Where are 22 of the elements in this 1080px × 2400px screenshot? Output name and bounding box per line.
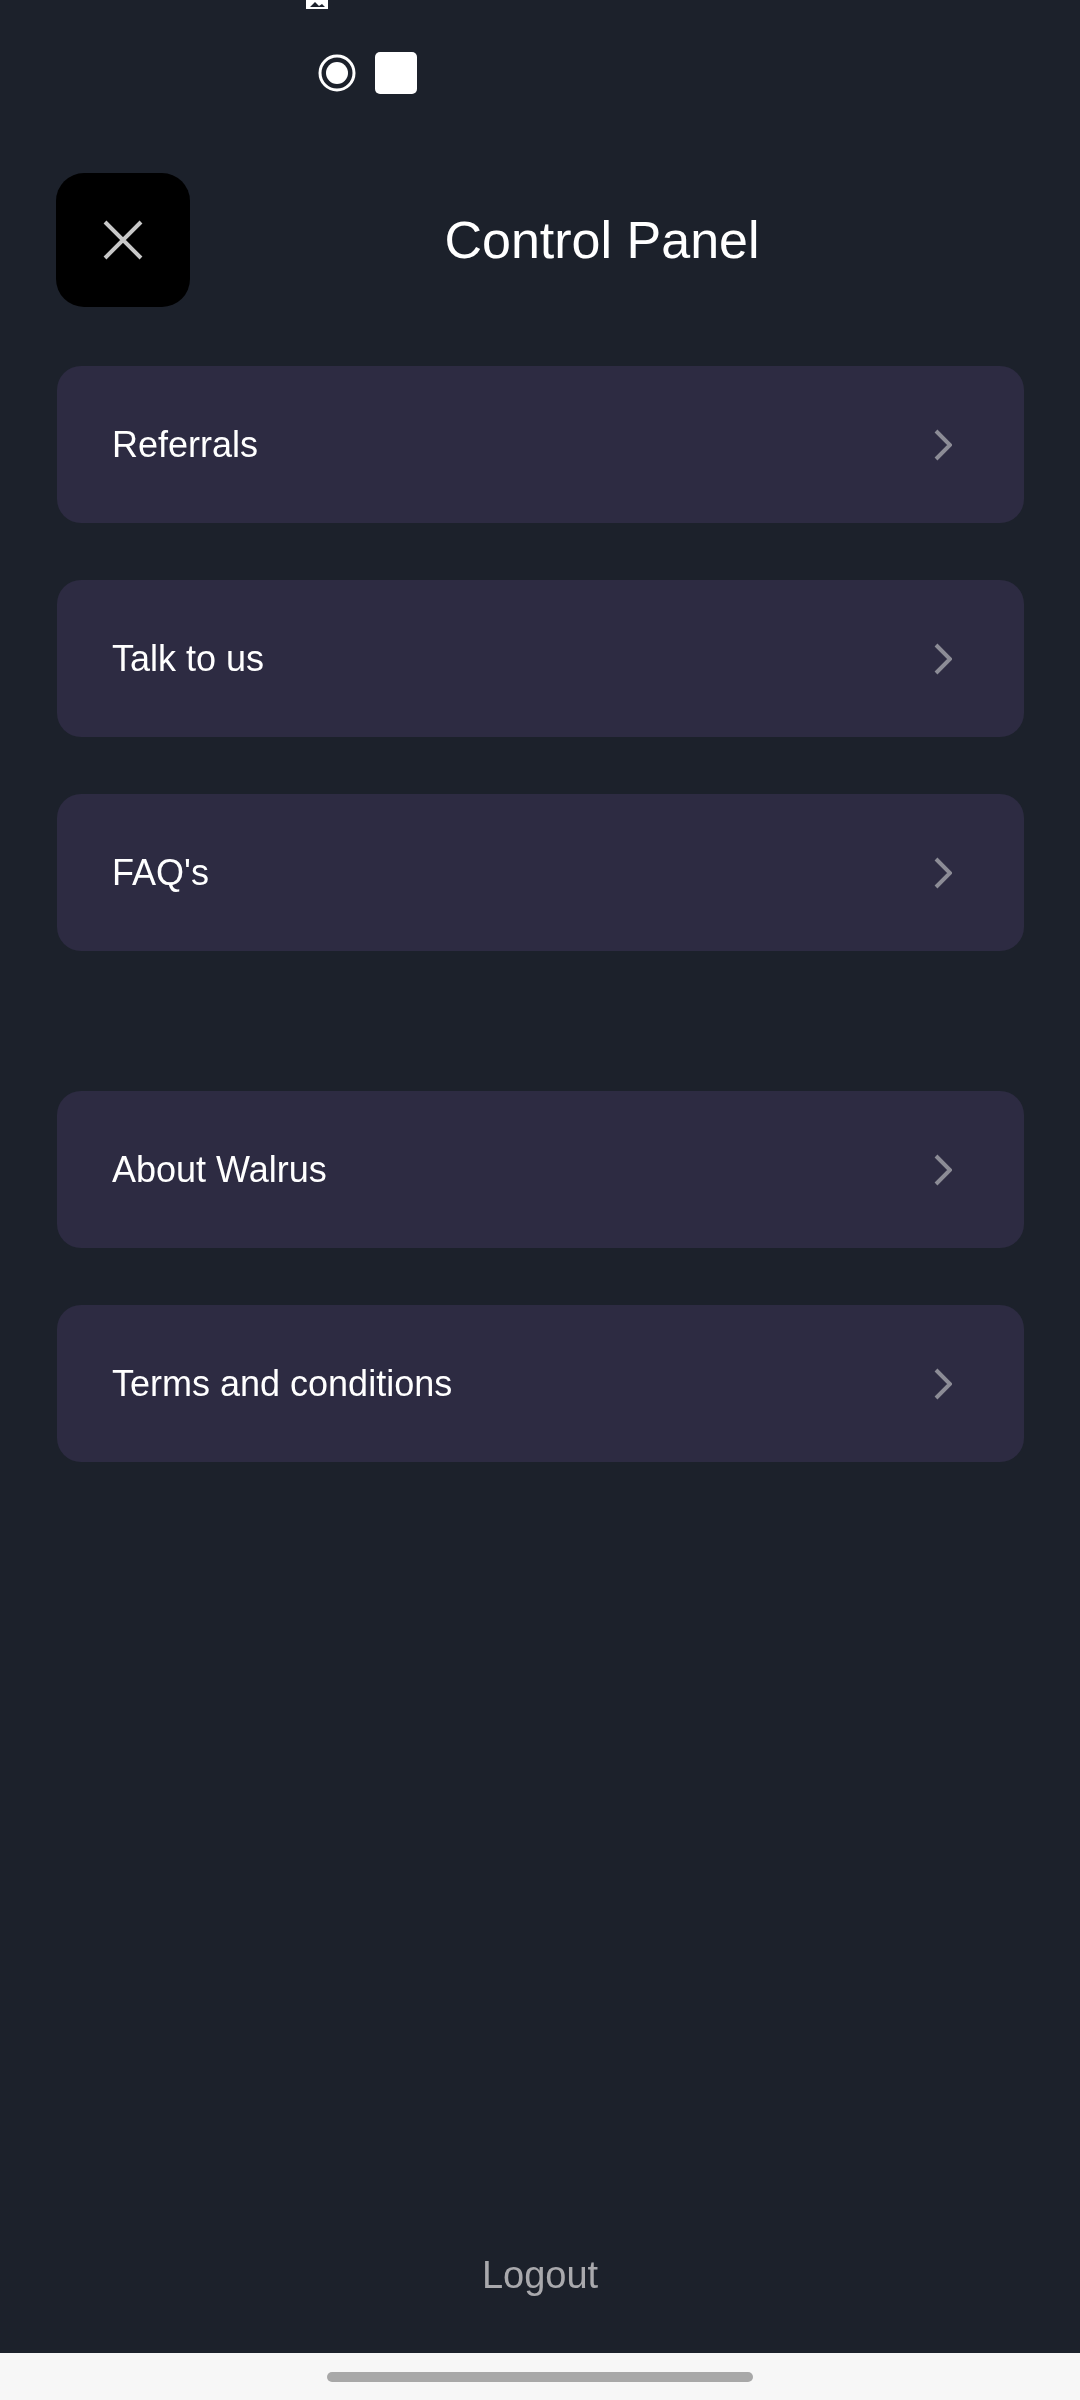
radio-icon (317, 53, 357, 93)
close-icon (102, 219, 144, 261)
menu-item[interactable]: Referrals (57, 366, 1024, 523)
close-button[interactable] (56, 173, 190, 307)
chevron-right-icon (934, 428, 952, 461)
menu-item-label: Talk to us (112, 637, 265, 680)
home-handle[interactable] (327, 2371, 753, 2382)
logout-button[interactable]: Logout (471, 2248, 609, 2303)
menu-item-label: Referrals (112, 423, 259, 466)
square-icon (375, 52, 417, 94)
menu-item-label: About Walrus (112, 1148, 327, 1191)
menu-item[interactable]: Terms and conditions (57, 1305, 1024, 1462)
menu-item[interactable]: FAQ's (57, 794, 1024, 951)
chevron-right-icon (934, 1153, 952, 1186)
menu-item-label: FAQ's (112, 851, 209, 894)
menu-item[interactable]: About Walrus (57, 1091, 1024, 1248)
chevron-right-icon (934, 856, 952, 889)
chevron-right-icon (934, 1367, 952, 1400)
chevron-right-icon (934, 642, 952, 675)
page-title: Control Panel (443, 210, 761, 270)
menu-item-label: Terms and conditions (112, 1362, 453, 1405)
menu-item[interactable]: Talk to us (57, 580, 1024, 737)
